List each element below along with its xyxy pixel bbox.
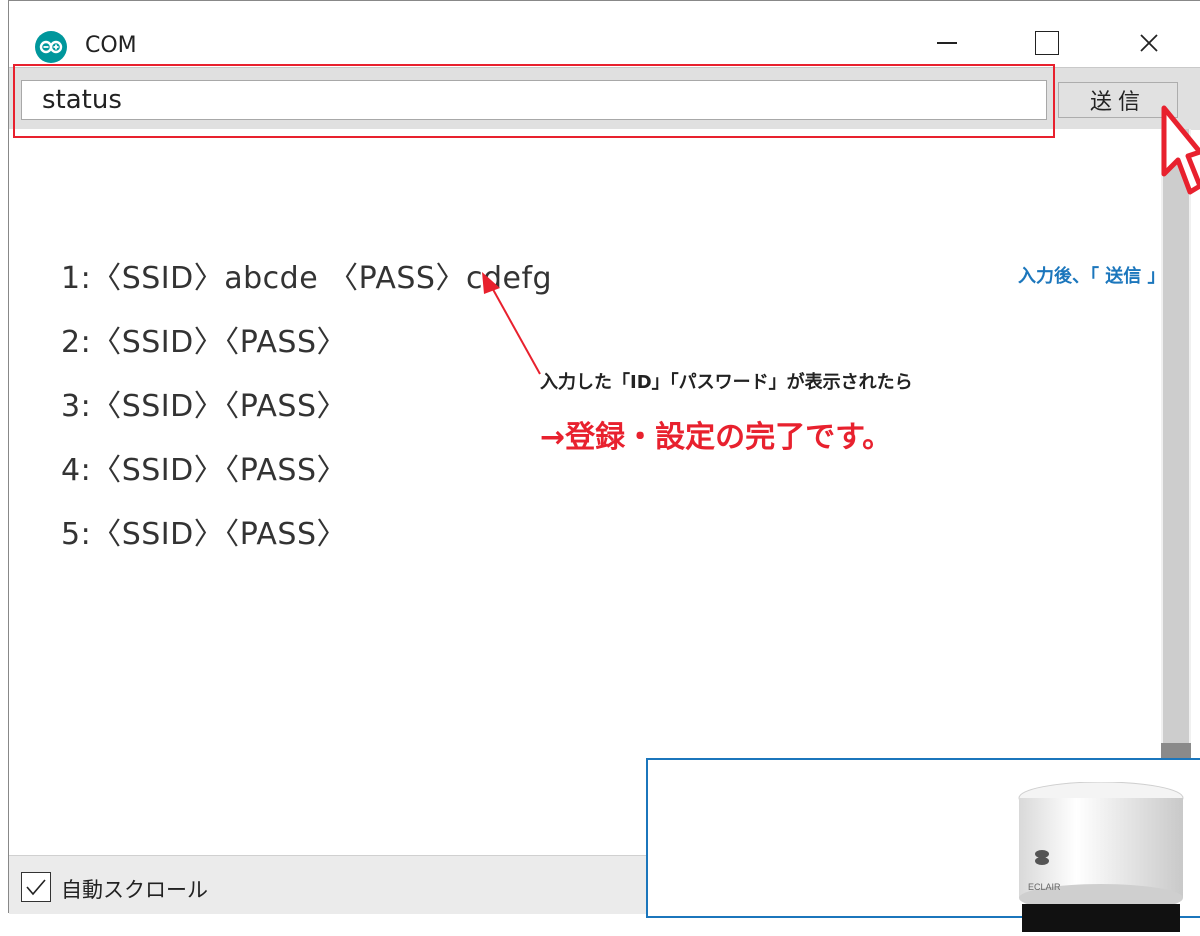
mouse-cursor-icon — [1161, 105, 1200, 195]
minimize-button[interactable] — [919, 21, 975, 65]
output-line: 4:〈SSID〉〈PASS〉 — [61, 453, 348, 488]
device-brand-label: ECLAIR — [1028, 882, 1061, 892]
annotation-arrow — [482, 272, 541, 375]
arduino-infinity-icon — [35, 31, 67, 63]
scrollbar-thumb[interactable] — [1163, 129, 1189, 743]
maximize-button[interactable] — [1019, 21, 1075, 65]
device-image: ECLAIR — [1006, 781, 1196, 934]
title-bar: COM — [9, 1, 1200, 67]
output-line: 3:〈SSID〉〈PASS〉 — [61, 389, 348, 424]
checkmark-icon — [26, 879, 46, 896]
send-toolbar: 送信 — [9, 67, 1200, 130]
annotation-instruction: 入力後、「 送信 」 — [1018, 266, 1166, 287]
device-inset: ECLAIR — [646, 758, 1200, 934]
annotation-note: 入力した「ID」「パスワード」が表示されたら — [540, 372, 913, 393]
autoscroll-label: 自動スクロール — [61, 878, 208, 902]
minimize-icon — [937, 42, 957, 44]
close-button[interactable] — [1121, 21, 1177, 65]
output-line: 5:〈SSID〉〈PASS〉 — [61, 517, 348, 552]
serial-input[interactable] — [21, 80, 1047, 120]
close-icon — [1140, 34, 1158, 52]
serial-output: 1:〈SSID〉abcde 〈PASS〉cdefg 2:〈SSID〉〈PASS〉… — [9, 129, 1161, 855]
output-line: 2:〈SSID〉〈PASS〉 — [61, 325, 348, 360]
window-title: COM — [85, 33, 137, 58]
autoscroll-checkbox[interactable] — [21, 872, 51, 902]
annotation-emphasis: →登録・設定の完了です。 — [540, 420, 893, 455]
maximize-icon — [1035, 31, 1059, 55]
